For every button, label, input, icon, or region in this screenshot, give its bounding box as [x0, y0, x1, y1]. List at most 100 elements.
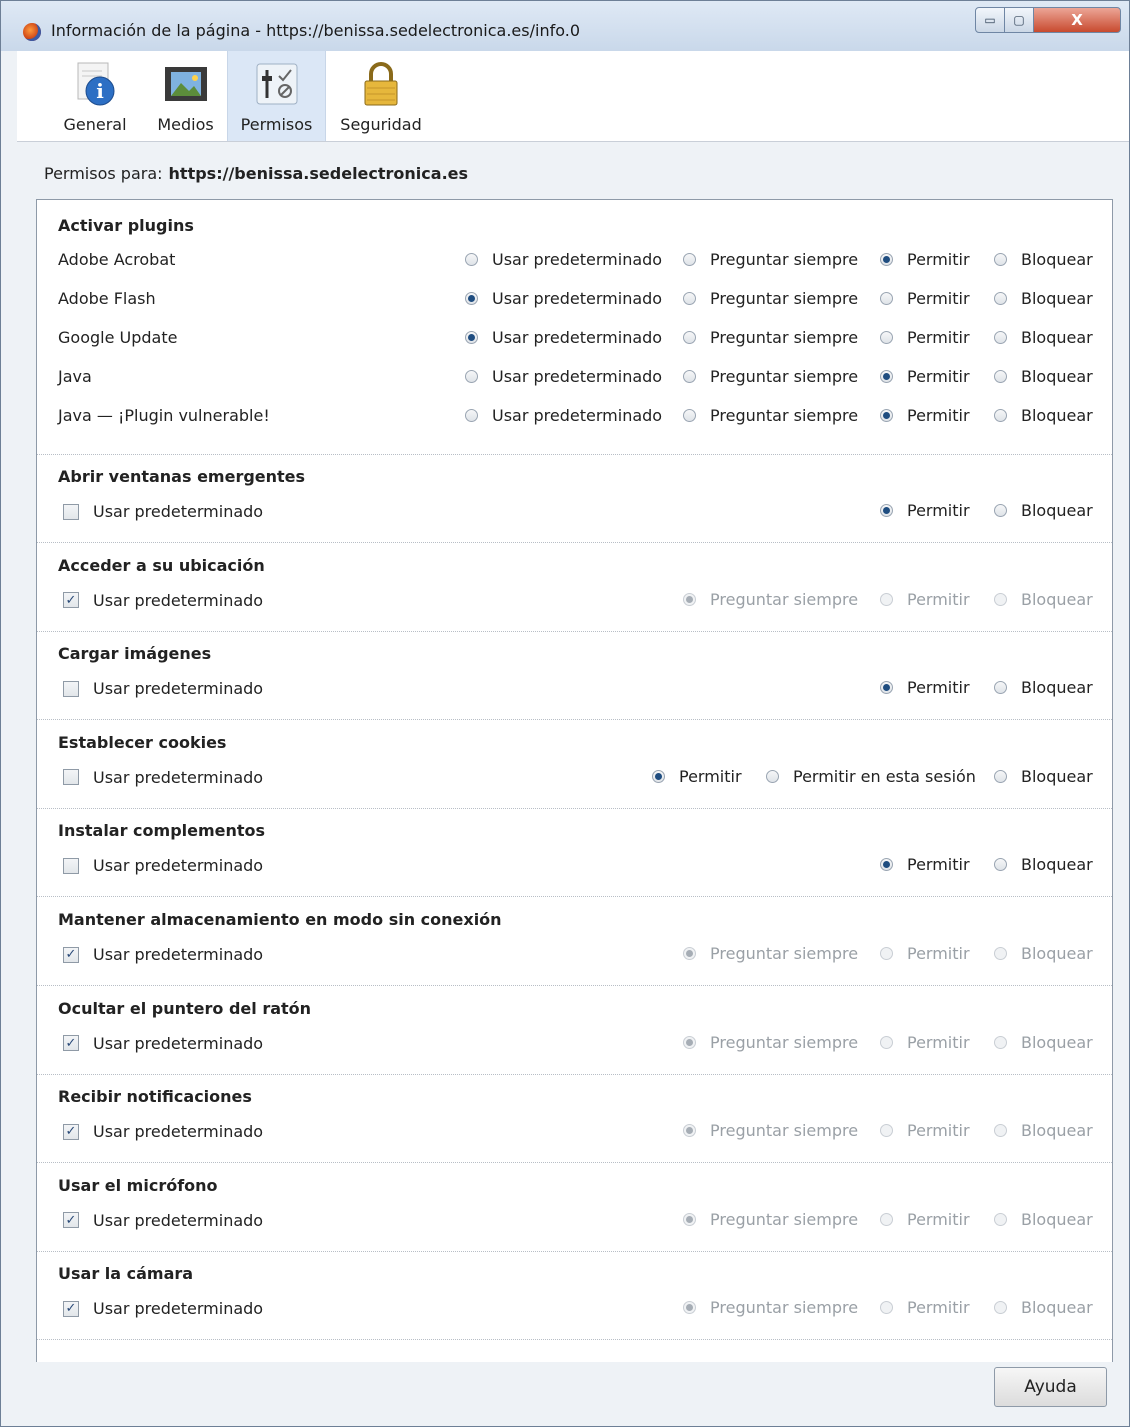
checkmark-icon[interactable]: ✓ — [63, 1212, 79, 1229]
radio-button-icon[interactable] — [880, 858, 893, 872]
radio-usar-predeterminado[interactable]: Usar predeterminado — [465, 289, 662, 308]
radio-usar-predeterminado[interactable]: Usar predeterminado — [465, 367, 662, 386]
radio-preguntar-siempre[interactable]: Preguntar siempre — [683, 367, 858, 386]
radio-label: Bloquear — [1021, 1298, 1093, 1318]
radio-button-icon[interactable] — [880, 681, 893, 695]
radio-button-icon[interactable] — [683, 292, 696, 305]
radio-bloquear[interactable]: Bloquear — [994, 250, 1093, 269]
radio-button-icon[interactable] — [880, 504, 893, 517]
radio-permitir[interactable]: Permitir — [880, 501, 970, 520]
checkmark-icon[interactable]: ✓ — [63, 1300, 79, 1317]
tab-security[interactable]: Seguridad — [333, 51, 429, 141]
radio-permitir[interactable]: Permitir — [880, 678, 970, 697]
radio-button-icon — [683, 1035, 696, 1049]
radio-button-icon[interactable] — [880, 253, 893, 266]
use-default-checkbox[interactable]: ✓ Usar predeterminado — [63, 1211, 263, 1230]
tab-permissions[interactable]: Permisos — [227, 51, 326, 141]
radio-button-icon[interactable] — [683, 253, 696, 266]
radio-button-icon[interactable] — [880, 292, 893, 305]
radio-button-icon[interactable] — [465, 370, 478, 383]
minimize-button[interactable]: ▭ — [975, 7, 1005, 33]
radio-button-icon[interactable] — [465, 331, 478, 344]
radio-button-icon[interactable] — [766, 769, 779, 783]
use-default-checkbox[interactable]: ✓ Usar predeterminado — [63, 1122, 263, 1141]
radio-permitir[interactable]: Permitir — [652, 767, 742, 786]
radio-button-icon[interactable] — [465, 253, 478, 266]
radio-usar-predeterminado[interactable]: Usar predeterminado — [465, 406, 662, 425]
radio-usar-predeterminado[interactable]: Usar predeterminado — [465, 250, 662, 269]
permissions-panel[interactable]: Activar plugins Adobe Acrobat Usar predet… — [36, 199, 1113, 1362]
radio-label: Usar predeterminado — [492, 367, 663, 386]
checkmark-icon[interactable]: ✓ — [63, 946, 79, 963]
use-default-checkbox[interactable]: ✓ Usar predeterminado — [63, 945, 263, 964]
radio-usar-predeterminado[interactable]: Usar predeterminado — [465, 328, 662, 347]
tab-general[interactable]: i General — [46, 51, 144, 141]
use-default-checkbox[interactable]: Usar predeterminado — [63, 502, 263, 521]
radio-button-icon[interactable] — [880, 409, 893, 422]
radio-button-icon[interactable] — [994, 253, 1007, 266]
radio-button-icon[interactable] — [994, 769, 1007, 783]
radio-bloquear[interactable]: Bloquear — [994, 767, 1093, 786]
radio-permitir[interactable]: Permitir — [880, 250, 970, 269]
radio-bloquear[interactable]: Bloquear — [994, 289, 1093, 308]
radio-button-icon[interactable] — [465, 292, 478, 305]
radio-button-icon[interactable] — [683, 331, 696, 344]
radio-permitir: Permitir — [880, 1033, 970, 1052]
radio-button-icon[interactable] — [994, 409, 1007, 422]
checkbox-icon[interactable] — [63, 503, 79, 520]
radio-label: Bloquear — [1021, 367, 1093, 386]
radio-permitir: Permitir — [880, 944, 970, 963]
radio-button-icon[interactable] — [994, 331, 1007, 344]
radio-button-icon[interactable] — [683, 409, 696, 422]
radio-bloquear[interactable]: Bloquear — [994, 406, 1093, 425]
radio-bloquear[interactable]: Bloquear — [994, 367, 1093, 386]
section-title: Recibir notificaciones — [58, 1087, 252, 1107]
radio-button-icon[interactable] — [683, 370, 696, 383]
radio-bloquear[interactable]: Bloquear — [994, 501, 1093, 520]
radio-button-icon[interactable] — [994, 681, 1007, 695]
radio-button-icon[interactable] — [880, 370, 893, 383]
checkbox-icon[interactable] — [63, 857, 79, 874]
radio-permitir-en-esta-sesion[interactable]: Permitir en esta sesión — [766, 767, 976, 786]
radio-preguntar-siempre[interactable]: Preguntar siempre — [683, 250, 858, 269]
use-default-checkbox[interactable]: Usar predeterminado — [63, 768, 263, 787]
radio-button-icon[interactable] — [880, 331, 893, 344]
checkmark-icon[interactable]: ✓ — [63, 1035, 79, 1052]
use-default-checkbox[interactable]: ✓ Usar predeterminado — [63, 1034, 263, 1053]
checkmark-icon[interactable]: ✓ — [63, 1123, 79, 1140]
radio-preguntar-siempre[interactable]: Preguntar siempre — [683, 289, 858, 308]
radio-button-icon[interactable] — [994, 370, 1007, 383]
section-acceder-a-su-ubicacion: Acceder a su ubicación ✓ Usar predetermina… — [37, 543, 1112, 632]
radio-label: Permitir — [907, 1298, 970, 1318]
radio-button-icon[interactable] — [652, 769, 665, 783]
radio-button-icon — [683, 1124, 696, 1138]
radio-bloquear[interactable]: Bloquear — [994, 678, 1093, 697]
tab-media[interactable]: Medios — [144, 51, 227, 141]
radio-permitir[interactable]: Permitir — [880, 289, 970, 308]
checkbox-icon[interactable] — [63, 769, 79, 786]
radio-bloquear[interactable]: Bloquear — [994, 855, 1093, 874]
use-default-checkbox[interactable]: Usar predeterminado — [63, 856, 263, 875]
radio-bloquear[interactable]: Bloquear — [994, 328, 1093, 347]
radio-permitir[interactable]: Permitir — [880, 855, 970, 874]
use-default-checkbox[interactable]: ✓ Usar predeterminado — [63, 591, 263, 610]
radio-permitir[interactable]: Permitir — [880, 367, 970, 386]
radio-permitir[interactable]: Permitir — [880, 406, 970, 425]
close-button[interactable]: X — [1033, 7, 1121, 33]
radio-button-icon — [994, 1212, 1007, 1226]
checkmark-icon[interactable]: ✓ — [63, 592, 79, 609]
radio-button-icon[interactable] — [994, 292, 1007, 305]
use-default-checkbox[interactable]: ✓ Usar predeterminado — [63, 1299, 263, 1318]
radio-preguntar-siempre[interactable]: Preguntar siempre — [683, 406, 858, 425]
use-default-checkbox[interactable]: Usar predeterminado — [63, 679, 263, 698]
radio-button-icon[interactable] — [994, 504, 1007, 517]
radio-permitir[interactable]: Permitir — [880, 328, 970, 347]
help-button[interactable]: Ayuda — [994, 1367, 1107, 1407]
maximize-button[interactable]: ▢ — [1004, 7, 1034, 33]
radio-label: Preguntar siempre — [710, 589, 859, 609]
radio-preguntar-siempre[interactable]: Preguntar siempre — [683, 328, 858, 347]
radio-button-icon[interactable] — [994, 858, 1007, 872]
checkbox-icon[interactable] — [63, 680, 79, 697]
checkbox-label: Usar predeterminado — [93, 856, 264, 876]
radio-button-icon[interactable] — [465, 409, 478, 422]
